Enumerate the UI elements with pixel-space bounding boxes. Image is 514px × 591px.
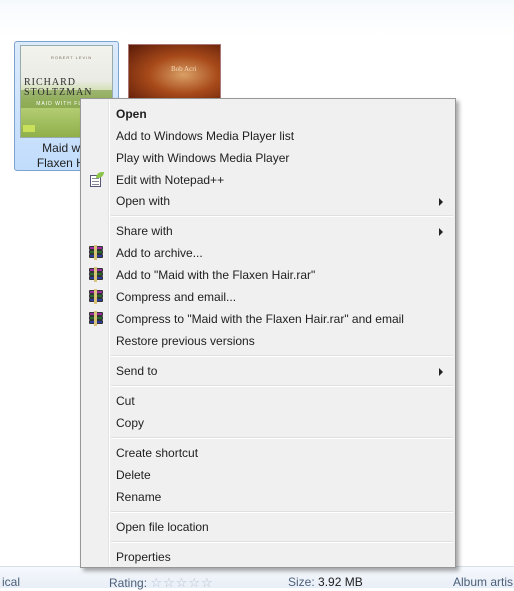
menu-item-label: Add to archive... (116, 246, 203, 260)
menu-item-copy[interactable]: Copy (83, 412, 453, 434)
menu-item-send-to[interactable]: Send to (83, 360, 453, 382)
menu-item-share-with[interactable]: Share with (83, 220, 453, 242)
menu-item-restore-previous-versions[interactable]: Restore previous versions (83, 330, 453, 352)
genre-value: ical (2, 575, 21, 589)
menu-separator (111, 437, 453, 439)
menu-item-label: Compress and email... (116, 290, 237, 304)
rating-field: Rating: ☆☆☆☆☆ (109, 575, 214, 591)
album-art-2-text: Bob Acri (171, 65, 197, 73)
menu-separator (111, 511, 453, 513)
menu-item-label: Create shortcut (116, 446, 199, 460)
menu-separator (111, 385, 453, 387)
menu-item-label: Edit with Notepad++ (116, 173, 225, 187)
menu-item-add-to-archive[interactable]: Add to archive... (83, 242, 453, 264)
notepad-plus-plus-icon (88, 172, 104, 188)
menu-separator (111, 541, 453, 543)
menu-item-label: Copy (116, 416, 145, 430)
submenu-arrow-icon (439, 198, 443, 206)
submenu-arrow-icon (439, 368, 443, 376)
album-art-top-text: ROBERT LEVIN (51, 55, 93, 60)
menu-item-label: Compress to "Maid with the Flaxen Hair.r… (116, 312, 404, 326)
details-pane: ical Rating: ☆☆☆☆☆ Size: 3.92 MB Album a… (0, 566, 514, 591)
menu-item-label: Rename (116, 490, 162, 504)
menu-item-add-to-wmp-list[interactable]: Add to Windows Media Player list (83, 125, 453, 147)
menu-item-create-shortcut[interactable]: Create shortcut (83, 442, 453, 464)
menu-item-label: Restore previous versions (116, 334, 255, 348)
menu-item-open-with[interactable]: Open with (83, 190, 453, 212)
album-art-corner-mark (23, 125, 35, 132)
winrar-icon (88, 289, 104, 305)
menu-item-label: Cut (116, 394, 135, 408)
content-top-strip (0, 0, 514, 36)
menu-item-delete[interactable]: Delete (83, 464, 453, 486)
menu-item-edit-with-notepad[interactable]: Edit with Notepad++ (83, 169, 453, 191)
menu-item-compress-to-rar-and-email[interactable]: Compress to "Maid with the Flaxen Hair.r… (83, 308, 453, 330)
menu-item-open-file-location[interactable]: Open file location (83, 516, 453, 538)
menu-item-compress-and-email[interactable]: Compress and email... (83, 286, 453, 308)
album-art-thumbnail-2: Bob Acri (128, 44, 221, 100)
album-artist-label: Album artis (453, 575, 514, 589)
menu-item-cut[interactable]: Cut (83, 390, 453, 412)
menu-item-label: Delete (116, 468, 151, 482)
album-art-title: RICHARD STOLTZMAN (24, 77, 93, 98)
size-value: 3.92 MB (318, 575, 363, 589)
menu-item-play-with-wmp[interactable]: Play with Windows Media Player (83, 147, 453, 169)
menu-item-label: Play with Windows Media Player (116, 151, 290, 165)
menu-item-label: Open with (116, 194, 171, 208)
context-menu: Open Add to Windows Media Player list Pl… (80, 98, 456, 568)
winrar-icon (88, 267, 104, 283)
menu-item-add-to-rar[interactable]: Add to "Maid with the Flaxen Hair.rar" (83, 264, 453, 286)
winrar-icon (88, 245, 104, 261)
winrar-icon (88, 311, 104, 327)
menu-item-rename[interactable]: Rename (83, 486, 453, 508)
menu-separator (111, 215, 453, 217)
menu-item-label: Add to "Maid with the Flaxen Hair.rar" (116, 268, 316, 282)
size-field: Size: 3.92 MB (288, 575, 363, 589)
menu-item-label: Share with (116, 224, 173, 238)
menu-item-label: Open file location (116, 520, 209, 534)
submenu-arrow-icon (439, 228, 443, 236)
menu-separator (111, 355, 453, 357)
menu-item-label: Add to Windows Media Player list (116, 129, 295, 143)
menu-item-properties[interactable]: Properties (83, 546, 453, 568)
menu-item-open[interactable]: Open (83, 103, 453, 125)
menu-item-label: Send to (116, 364, 158, 378)
menu-item-label: Open (116, 107, 147, 121)
menu-item-label: Properties (116, 550, 171, 564)
size-label: Size: (288, 575, 315, 589)
